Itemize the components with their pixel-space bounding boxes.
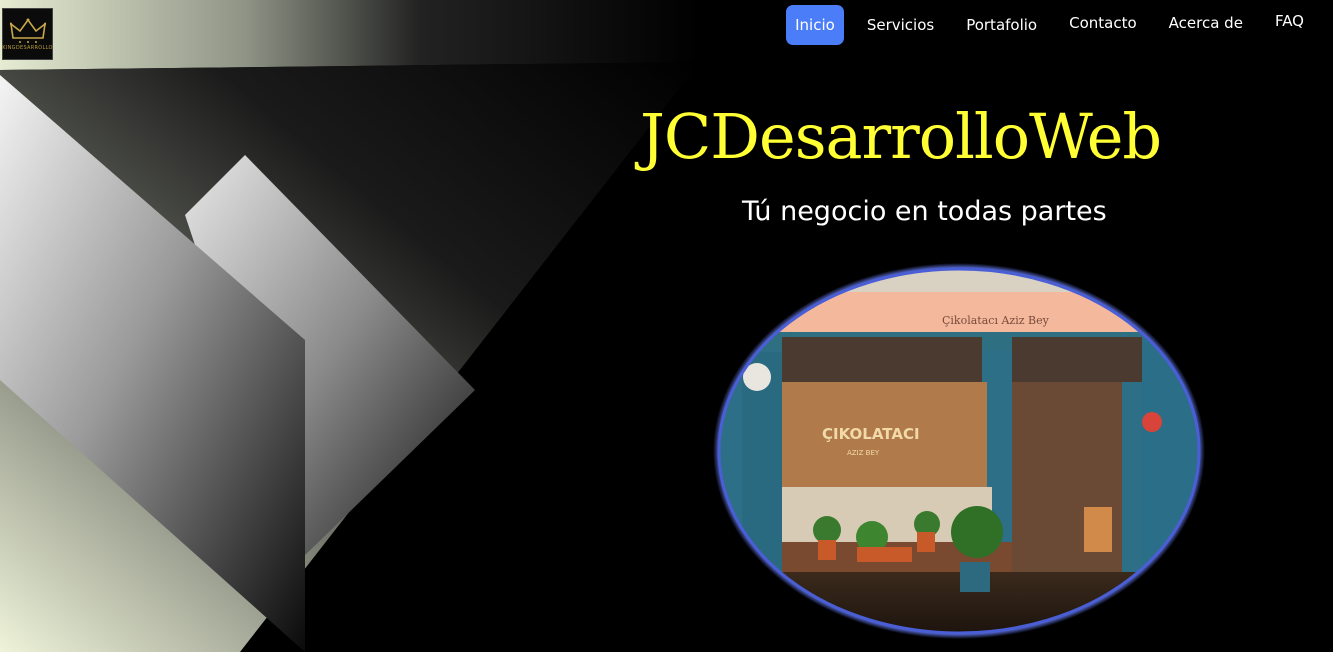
main-nav: Inicio Servicios Portafolio Contacto Ace… bbox=[779, 5, 1333, 45]
crown-icon bbox=[9, 18, 46, 43]
nav-acerca-de[interactable]: Acerca de bbox=[1160, 6, 1252, 40]
nav-inicio[interactable]: Inicio bbox=[786, 5, 844, 45]
nav-portafolio[interactable]: Portafolio bbox=[957, 8, 1046, 42]
hero-photo: Çikolatacı Aziz Bey ÇIKOLATACI AZIZ BEY bbox=[712, 262, 1206, 640]
nav-contacto[interactable]: Contacto bbox=[1060, 6, 1146, 40]
photo-window-text: ÇIKOLATACI bbox=[822, 425, 920, 443]
logo-text: KINGDESARROLLO bbox=[2, 44, 53, 51]
photo-window-subtext: AZIZ BEY bbox=[847, 449, 880, 457]
hero-subtitle: Tú negocio en todas partes bbox=[742, 196, 1107, 227]
nav-faq[interactable]: FAQ bbox=[1266, 4, 1313, 38]
site-logo[interactable]: KINGDESARROLLO bbox=[2, 8, 53, 60]
photo-sign-text: Çikolatacı Aziz Bey bbox=[942, 314, 1050, 327]
hero-title: JCDesarrolloWeb bbox=[640, 100, 1162, 173]
nav-servicios[interactable]: Servicios bbox=[858, 8, 943, 42]
